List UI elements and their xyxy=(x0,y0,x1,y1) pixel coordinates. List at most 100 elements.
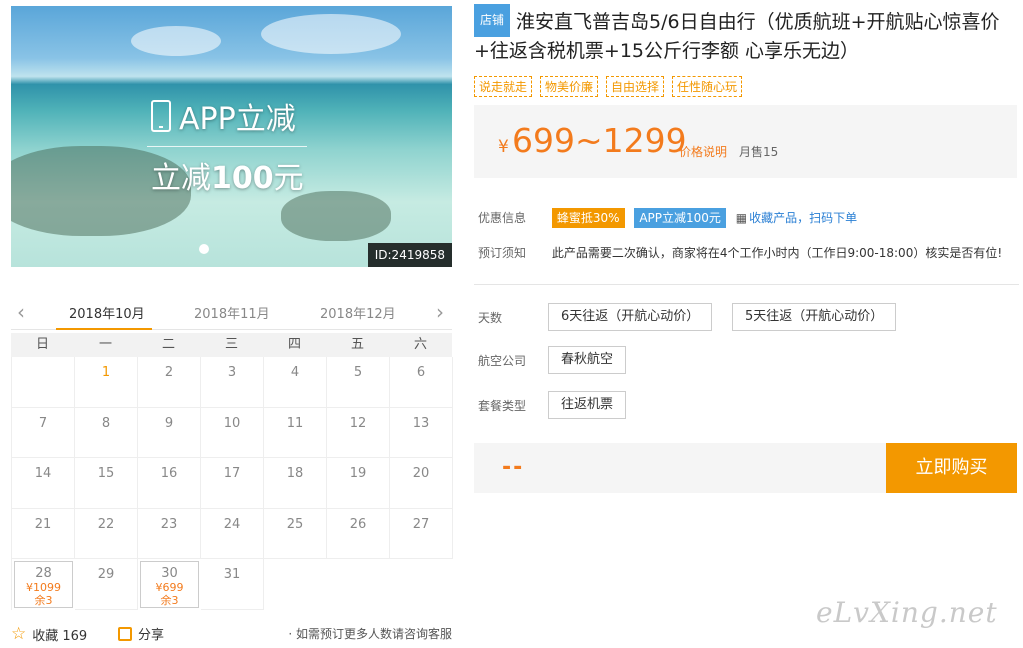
day-number: 4 xyxy=(290,365,300,380)
calendar-day[interactable]: 10 xyxy=(201,407,264,458)
day-number: 19 xyxy=(349,466,367,481)
calendar-day[interactable]: 9 xyxy=(138,407,201,458)
calendar-day[interactable]: 1 xyxy=(75,357,138,408)
day-number: 8 xyxy=(101,415,111,431)
cloud xyxy=(131,26,221,56)
day-number: 17 xyxy=(223,466,241,481)
weekday: 五 xyxy=(350,337,364,352)
favorite-label: 收藏 169 xyxy=(32,628,88,644)
calendar-day[interactable]: 28 ¥1099 余3 xyxy=(14,561,73,608)
price-box: ¥ 699~1299 价格说明 月售15 xyxy=(474,105,1017,178)
weekday: 一 xyxy=(98,337,112,352)
tab-month-2[interactable]: 2018年11月 xyxy=(194,303,270,322)
day-number: 31 xyxy=(223,567,241,582)
calendar-day[interactable]: 11 xyxy=(264,407,327,458)
package-label: 套餐类型 xyxy=(478,399,527,413)
option-days-5[interactable]: 5天往返（开航心动价） xyxy=(732,303,897,331)
price-explain-link[interactable]: 价格说明 xyxy=(679,143,727,160)
day-price: ¥1099 xyxy=(26,581,61,594)
qr-order-link[interactable]: ▦ 收藏产品，扫码下单 xyxy=(736,211,857,225)
weekday: 二 xyxy=(161,337,175,352)
feature-tag: 物美价廉 xyxy=(540,76,599,97)
day-number: 6 xyxy=(416,365,426,380)
promo-line-2: 立减100元 xyxy=(151,161,304,196)
calendar-day[interactable]: 3 xyxy=(201,357,264,408)
weekday-header: 日 一 二 三 四 五 六 xyxy=(11,333,452,357)
calendar-day[interactable]: 6 xyxy=(390,357,453,408)
total-price: -- xyxy=(502,455,525,480)
product-title: 店铺 淮安直飞普吉岛5/6日自由行（优质航班+开航贴心惊喜价+往返含税机票+15公… xyxy=(474,4,1019,66)
day-number: 29 xyxy=(97,567,115,582)
carousel-dot[interactable] xyxy=(199,244,209,254)
store-tag[interactable]: 店铺 xyxy=(474,4,511,37)
chevron-left-icon[interactable]: ‹ xyxy=(17,300,25,324)
day-number: 26 xyxy=(349,516,367,532)
calendar-day[interactable]: 8 xyxy=(75,407,138,458)
day-number: 27 xyxy=(412,516,430,532)
calendar-day[interactable]: 4 xyxy=(264,357,327,408)
calendar-day[interactable]: 13 xyxy=(390,407,453,458)
day-number: 11 xyxy=(286,415,304,431)
product-hero-image[interactable]: APP立减 立减100元 ID:2419858 xyxy=(11,6,452,267)
day-number: 25 xyxy=(286,516,304,532)
day-number: 28 xyxy=(35,566,52,581)
calendar-day[interactable]: 30 ¥699 余3 xyxy=(140,561,199,608)
weekday: 日 xyxy=(35,337,49,352)
share-button[interactable]: 分享 xyxy=(118,624,164,643)
calendar-day[interactable]: 20 xyxy=(390,458,453,509)
calendar-day[interactable]: 31 xyxy=(201,559,264,610)
calendar-days: 1 2 3 4 5 6 7 8 9 10 11 12 13 14 15 16 17 18 19 20 21 22 23 24 2… xyxy=(11,357,453,610)
airline-label: 航空公司 xyxy=(478,354,527,368)
product-actions: ☆ 收藏 169 分享 · 如需预订更多人数请咨询客服 xyxy=(11,622,452,644)
section-divider xyxy=(474,284,1019,285)
favorite-button[interactable]: ☆ 收藏 169 xyxy=(11,624,87,644)
feature-tags: 说走就走 物美价廉 自由选择 任性随心玩 xyxy=(474,76,743,97)
product-id-badge: ID:2419858 xyxy=(367,243,452,267)
day-number: 7 xyxy=(38,415,48,431)
discount-info-row: 优惠信息 蜂蜜抵30% APP立减100元 ▦ 收藏产品，扫码下单 xyxy=(478,208,857,228)
calendar-day[interactable]: 12 xyxy=(327,407,390,458)
notice-text: 此产品需要二次确认，商家将在4个工作小时内（工作日9:00-18:00）核实是否… xyxy=(551,246,1003,260)
chevron-right-icon[interactable]: › xyxy=(436,300,444,324)
option-days-6[interactable]: 6天往返（开航心动价） xyxy=(548,303,713,331)
calendar-day[interactable]: 19 xyxy=(327,458,390,509)
calendar-day[interactable]: 14 xyxy=(12,458,75,509)
product-title-block: 店铺 淮安直飞普吉岛5/6日自由行（优质航班+开航贴心惊喜价+往返含税机票+15公… xyxy=(474,4,1019,66)
tab-month-1[interactable]: 2018年10月 xyxy=(69,303,145,322)
day-number: 1 xyxy=(101,365,111,380)
buy-now-button[interactable]: 立即购买 xyxy=(886,443,1017,493)
day-number: 12 xyxy=(349,415,367,431)
day-number: 13 xyxy=(412,415,430,431)
calendar-day[interactable]: 24 xyxy=(201,508,264,559)
currency-symbol: ¥ xyxy=(498,137,509,157)
consult-link[interactable]: · 如需预订更多人数请咨询客服 xyxy=(288,625,452,642)
calendar-day[interactable]: 17 xyxy=(201,458,264,509)
option-package[interactable]: 往返机票 xyxy=(548,391,627,419)
option-airline[interactable]: 春秋航空 xyxy=(548,346,627,374)
calendar-day[interactable]: 21 xyxy=(12,508,75,559)
day-number: 20 xyxy=(412,466,430,481)
tab-month-3[interactable]: 2018年12月 xyxy=(320,303,396,322)
day-number: 14 xyxy=(34,466,52,481)
calendar-day[interactable]: 7 xyxy=(12,407,75,458)
day-number: 2 xyxy=(164,365,174,380)
calendar-day[interactable]: 18 xyxy=(264,458,327,509)
app-coupon-badge[interactable]: APP立减100元 xyxy=(634,208,726,228)
calendar-day[interactable]: 26 xyxy=(327,508,390,559)
cloud xyxy=(261,14,401,54)
coral-rock xyxy=(281,191,391,241)
day-number: 16 xyxy=(160,466,178,481)
calendar-day[interactable]: 23 xyxy=(138,508,201,559)
calendar-month-nav: ‹ 2018年10月 2018年11月 2018年12月 › xyxy=(11,296,452,330)
calendar-day[interactable]: 2 xyxy=(138,357,201,408)
calendar-day[interactable]: 16 xyxy=(138,458,201,509)
calendar-day[interactable]: 22 xyxy=(75,508,138,559)
buy-bar: -- 立即购买 xyxy=(474,443,1017,493)
coupon-badge[interactable]: 蜂蜜抵30% xyxy=(551,208,625,228)
calendar-day[interactable]: 29 xyxy=(75,559,138,610)
calendar-day[interactable]: 5 xyxy=(327,357,390,408)
calendar-day[interactable]: 15 xyxy=(75,458,138,509)
day-remaining: 余3 xyxy=(160,594,179,607)
calendar-day[interactable]: 27 xyxy=(390,508,453,559)
calendar-day[interactable]: 25 xyxy=(264,508,327,559)
